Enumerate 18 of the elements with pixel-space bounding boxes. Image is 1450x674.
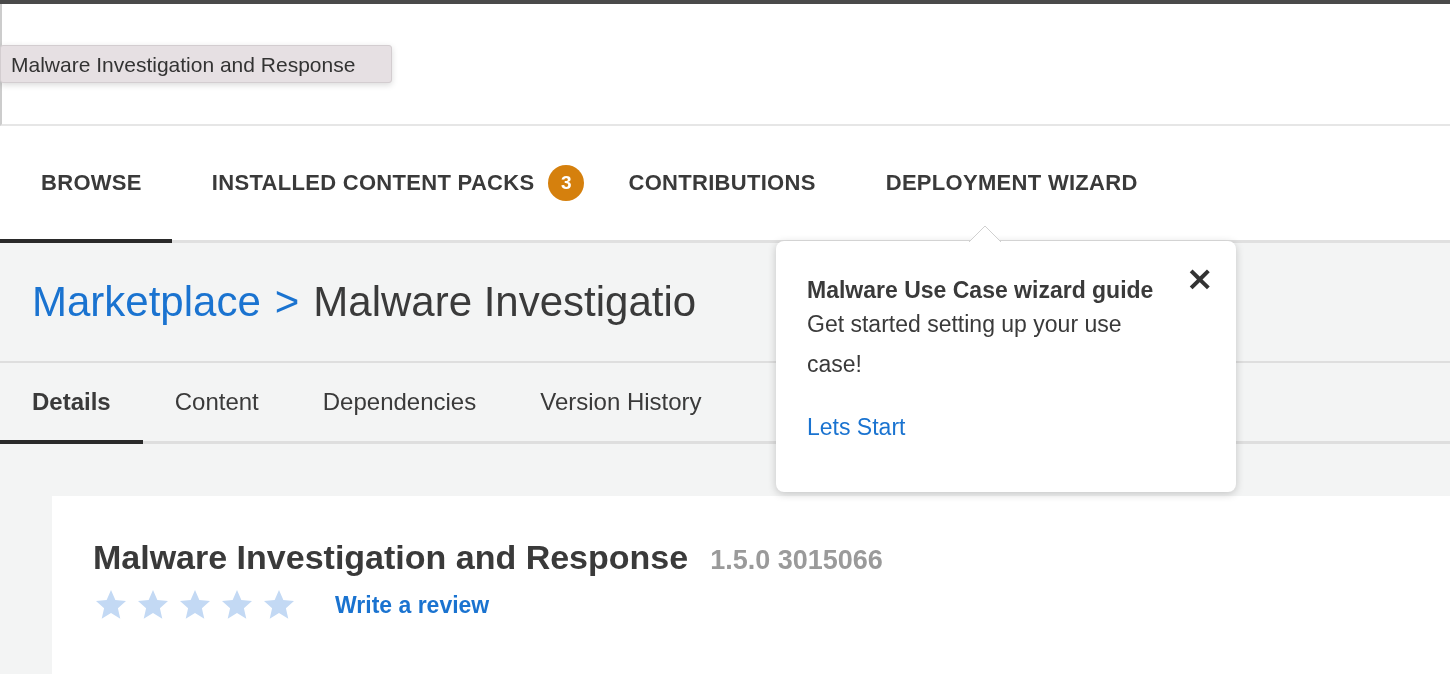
popover-title: Malware Use Case wizard guide	[807, 277, 1155, 304]
write-review-link[interactable]: Write a review	[335, 591, 490, 619]
version-text: 1.5.0 3015066	[710, 545, 883, 576]
detail-tab[interactable]: Version History	[508, 363, 734, 444]
nav-tab[interactable]: DEPLOYMENT WIZARD	[855, 126, 1168, 243]
pack-title: Malware Investigation and Response	[93, 538, 689, 577]
detail-tab[interactable]: Dependencies	[290, 363, 509, 444]
nav-tab[interactable]: INSTALLED CONTENT PACKS 3	[171, 126, 599, 243]
lets-start-link[interactable]: Lets Start	[807, 414, 906, 441]
chevron-icon: >	[274, 278, 300, 326]
count-badge: 3	[548, 164, 585, 201]
popover-text: Get started setting up your use case!	[807, 310, 1123, 379]
breadcrumb-current: Malware Investigatio	[313, 278, 697, 326]
detail-tab[interactable]: Content	[142, 363, 291, 444]
nav-tab[interactable]: CONTRIBUTIONS	[598, 126, 856, 243]
breadcrumb-link[interactable]: Marketplace	[32, 278, 261, 326]
detail-tab[interactable]: Details	[0, 363, 143, 444]
tooltip: Malware Investigation and Response	[0, 45, 392, 83]
